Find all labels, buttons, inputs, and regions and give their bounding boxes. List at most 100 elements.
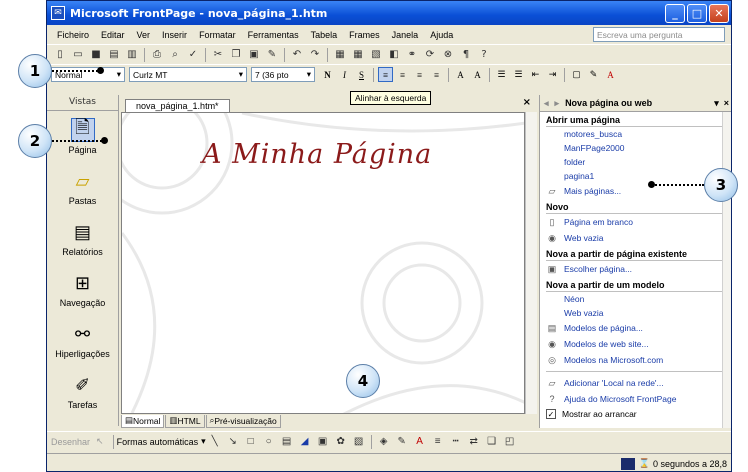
- format-painter-icon[interactable]: ✎: [265, 48, 279, 62]
- view-folders[interactable]: ▱ Pastas: [47, 162, 118, 213]
- tab-normal[interactable]: ▤ Normal: [121, 414, 165, 428]
- view-tasks[interactable]: ✐ Tarefas: [47, 366, 118, 417]
- recent-page-link[interactable]: motores_busca: [540, 127, 731, 141]
- autoshapes-menu-button[interactable]: Formas automáticas: [117, 437, 199, 447]
- view-page[interactable]: 🗎 Página: [47, 111, 118, 162]
- minimize-button[interactable]: _: [665, 3, 685, 23]
- publish-icon[interactable]: ▤: [107, 48, 121, 62]
- page-canvas[interactable]: A Minha Página: [121, 112, 525, 414]
- save-icon[interactable]: ■: [89, 48, 103, 62]
- align-left-icon[interactable]: ≡: [378, 67, 393, 82]
- view-reports[interactable]: ▤ Relatórios: [47, 213, 118, 264]
- underline-button[interactable]: S: [354, 67, 369, 82]
- italic-button[interactable]: I: [337, 67, 352, 82]
- fill-color-icon[interactable]: ◈: [377, 435, 391, 449]
- template-link[interactable]: Web vazia: [540, 306, 731, 320]
- template-link[interactable]: Néon: [540, 292, 731, 306]
- menu-janela[interactable]: Janela: [386, 30, 425, 40]
- paste-icon[interactable]: ▣: [247, 48, 261, 62]
- spelling-icon[interactable]: ✓: [186, 48, 200, 62]
- view-hyperlinks[interactable]: ⚯ Hiperligações: [47, 315, 118, 366]
- task-pane-scrollbar[interactable]: [722, 112, 731, 428]
- highlight-icon[interactable]: ✎: [586, 67, 601, 82]
- menu-frames[interactable]: Frames: [343, 30, 386, 40]
- refresh-icon[interactable]: ⟳: [423, 48, 437, 62]
- align-center-icon[interactable]: ≡: [395, 67, 410, 82]
- decrease-font-icon[interactable]: A: [470, 67, 485, 82]
- help-icon[interactable]: ?: [477, 48, 491, 62]
- 3d-icon[interactable]: ◰: [503, 435, 517, 449]
- blank-page-link[interactable]: ▯ Página em branco: [540, 214, 731, 230]
- dash-style-icon[interactable]: ┅: [449, 435, 463, 449]
- arrow-icon[interactable]: ↘: [226, 435, 240, 449]
- font-color-icon[interactable]: A: [413, 435, 427, 449]
- empty-web-link[interactable]: ◉ Web vazia: [540, 230, 731, 246]
- recent-page-link[interactable]: pagina1: [540, 169, 731, 183]
- open-folder-icon[interactable]: ▭: [71, 48, 85, 62]
- size-combo[interactable]: 7 (36 pto ▾: [251, 67, 315, 82]
- undo-icon[interactable]: ↶: [290, 48, 304, 62]
- select-arrow-icon[interactable]: ↖: [96, 436, 104, 447]
- arrow-style-icon[interactable]: ⇄: [467, 435, 481, 449]
- print-icon[interactable]: ⎙: [150, 48, 164, 62]
- show-all-icon[interactable]: ¶: [459, 48, 473, 62]
- view-navigation[interactable]: ⊞ Navegação: [47, 264, 118, 315]
- maximize-button[interactable]: □: [687, 3, 707, 23]
- line-style-icon[interactable]: ≡: [431, 435, 445, 449]
- show-at-startup-checkbox[interactable]: ✓ Mostrar ao arrancar: [540, 407, 731, 421]
- microsoft-templates-link[interactable]: ◎ Modelos na Microsoft.com: [540, 352, 731, 368]
- menu-ferramentas[interactable]: Ferramentas: [242, 30, 305, 40]
- insert-table-icon[interactable]: ▦: [351, 48, 365, 62]
- decrease-indent-icon[interactable]: ⇤: [528, 67, 543, 82]
- bold-button[interactable]: N: [320, 67, 335, 82]
- insert-component-icon[interactable]: ▦: [333, 48, 347, 62]
- add-network-place-link[interactable]: ▱ Adicionar 'Local na rede'...: [540, 375, 731, 391]
- increase-indent-icon[interactable]: ⇥: [545, 67, 560, 82]
- textbox-icon[interactable]: ▤: [280, 435, 294, 449]
- tab-html[interactable]: ▥ HTML: [165, 414, 205, 428]
- shadow-icon[interactable]: ❑: [485, 435, 499, 449]
- copy-icon[interactable]: ❐: [229, 48, 243, 62]
- web-templates-link[interactable]: ◉ Modelos de web site...: [540, 336, 731, 352]
- recent-page-link[interactable]: folder: [540, 155, 731, 169]
- page-templates-link[interactable]: ▤ Modelos de página...: [540, 320, 731, 336]
- clipart-icon[interactable]: ✿: [334, 435, 348, 449]
- numbering-icon[interactable]: ☰: [494, 67, 509, 82]
- menu-ficheiro[interactable]: Ficheiro: [51, 30, 95, 40]
- hyperlink-icon[interactable]: ⚭: [405, 48, 419, 62]
- redo-icon[interactable]: ↷: [308, 48, 322, 62]
- menu-tabela[interactable]: Tabela: [305, 30, 344, 40]
- tab-preview[interactable]: ⌕ Pré-visualização: [205, 414, 281, 428]
- help-question-box[interactable]: Escreva uma pergunta: [593, 27, 725, 42]
- bullets-icon[interactable]: ☰: [511, 67, 526, 82]
- rectangle-icon[interactable]: □: [244, 435, 258, 449]
- font-color-icon[interactable]: A: [603, 67, 618, 82]
- menu-editar[interactable]: Editar: [95, 30, 131, 40]
- menu-formatar[interactable]: Formatar: [193, 30, 242, 40]
- oval-icon[interactable]: ○: [262, 435, 276, 449]
- draw-menu-button[interactable]: Desenhar: [51, 437, 90, 447]
- menu-inserir[interactable]: Inserir: [156, 30, 193, 40]
- document-tab[interactable]: nova_página_1.htm*: [125, 99, 230, 112]
- stop-icon[interactable]: ⊗: [441, 48, 455, 62]
- frontpage-help-link[interactable]: ? Ajuda do Microsoft FrontPage: [540, 391, 731, 407]
- close-task-pane-icon[interactable]: ×: [724, 98, 729, 108]
- choose-page-link[interactable]: ▣ Escolher página...: [540, 261, 731, 277]
- increase-font-icon[interactable]: A: [453, 67, 468, 82]
- menu-ver[interactable]: Ver: [131, 30, 157, 40]
- insert-picture-icon[interactable]: ▧: [352, 435, 366, 449]
- forward-arrow-icon[interactable]: ▸: [555, 98, 560, 109]
- borders-icon[interactable]: ▢: [569, 67, 584, 82]
- document-vertical-scrollbar[interactable]: [525, 112, 537, 414]
- close-document-icon[interactable]: ×: [523, 97, 531, 108]
- chevron-down-icon[interactable]: ▾: [714, 98, 719, 109]
- web-component-icon[interactable]: ▥: [125, 48, 139, 62]
- diagram-icon[interactable]: ▣: [316, 435, 330, 449]
- font-combo[interactable]: Curlz MT ▾: [129, 67, 247, 82]
- close-button[interactable]: ✕: [709, 3, 729, 23]
- new-page-icon[interactable]: ▯: [53, 48, 67, 62]
- line-color-icon[interactable]: ✎: [395, 435, 409, 449]
- recent-page-link[interactable]: ManFPage2000: [540, 141, 731, 155]
- justify-icon[interactable]: ≡: [429, 67, 444, 82]
- insert-picture-icon[interactable]: ▧: [369, 48, 383, 62]
